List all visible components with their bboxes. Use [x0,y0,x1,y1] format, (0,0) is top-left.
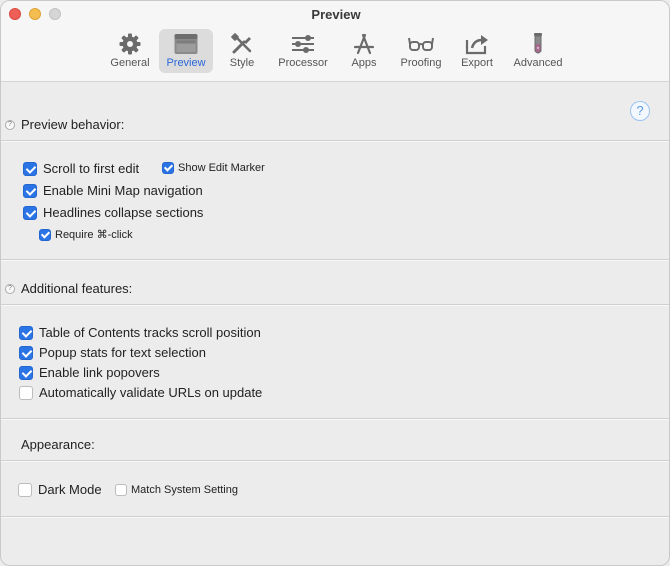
tab-processor-label: Processor [278,57,328,69]
checkbox-label: Scroll to first edit [43,161,140,176]
window-title: Preview [311,7,361,22]
tab-advanced-label: Advanced [513,57,563,69]
preview-window-icon [174,34,198,54]
checkbox-label: Table of Contents tracks scroll position [39,325,261,340]
section-title: Additional features: [21,281,133,296]
section-appearance-header: Appearance: [1,436,669,456]
require-cmd-click-checkbox[interactable]: Require ⌘-click [39,228,133,241]
show-edit-marker-checkbox[interactable]: Show Edit Marker [162,162,265,174]
tab-export-label: Export [461,57,493,69]
enable-link-popovers-checkbox[interactable]: Enable link popovers [19,365,160,380]
match-system-setting-checkbox[interactable]: Match System Setting [115,484,238,496]
checkbox-label: Require ⌘-click [55,229,133,241]
divider [1,304,669,306]
checkbox-label: Match System Setting [131,484,238,496]
small-help-icon[interactable]: ? [5,284,15,294]
checkbox-label: Headlines collapse sections [43,205,204,220]
checkbox-label: Dark Mode [38,482,102,497]
tab-style-label: Style [229,57,255,69]
dark-mode-checkbox[interactable]: Dark Mode [18,482,102,497]
tab-preview-label: Preview [166,57,206,69]
section-preview-behavior-header: ? Preview behavior: [1,116,669,136]
tab-proofing[interactable]: Proofing [394,29,448,73]
checkbox-box[interactable] [115,484,127,496]
checkbox-box[interactable] [19,325,33,340]
validate-urls-checkbox[interactable]: Automatically validate URLs on update [19,385,262,400]
sliders-icon [292,35,314,53]
tab-general[interactable]: General [104,29,156,73]
checkbox-box[interactable] [23,205,37,220]
gear-icon [119,33,141,55]
divider [1,460,669,462]
small-help-icon[interactable]: ? [5,120,15,130]
tab-apps-label: Apps [351,57,377,69]
test-tube-icon [534,33,542,54]
export-icon [465,35,488,55]
checkbox-box[interactable] [162,162,174,174]
tab-style[interactable]: Style [218,29,266,73]
tab-apps[interactable]: Apps [341,29,387,73]
section-additional-features-header: ? Additional features: [1,280,669,300]
divider [1,516,669,518]
glasses-icon [408,37,434,51]
tab-export[interactable]: Export [454,29,500,73]
checkbox-box[interactable] [19,385,33,400]
scroll-to-first-edit-checkbox[interactable]: Scroll to first edit [23,161,139,176]
divider [1,140,669,142]
preferences-window: Preview General Preview Style Processor … [0,0,670,566]
checkbox-label: Enable Mini Map navigation [43,183,203,198]
tab-preview[interactable]: Preview [159,29,213,73]
section-title: Appearance: [21,437,95,452]
headlines-collapse-checkbox[interactable]: Headlines collapse sections [23,205,203,220]
checkbox-box[interactable] [18,482,32,497]
checkbox-label: Popup stats for text selection [39,345,206,360]
checkbox-label: Automatically validate URLs on update [39,385,263,400]
tab-proofing-label: Proofing [400,57,442,69]
tab-processor[interactable]: Processor [273,29,333,73]
checkbox-box[interactable] [19,365,33,380]
divider [1,418,669,420]
style-tools-icon [231,33,252,54]
checkbox-label: Enable link popovers [39,365,160,380]
checkbox-box[interactable] [23,183,37,198]
checkbox-label: Show Edit Marker [178,162,265,174]
title-bar: Preview General Preview Style Processor … [1,1,669,82]
toc-tracks-scroll-checkbox[interactable]: Table of Contents tracks scroll position [19,325,261,340]
checkbox-box[interactable] [39,228,51,241]
apps-icon [353,33,375,55]
tab-advanced[interactable]: Advanced [508,29,568,73]
checkbox-box[interactable] [19,345,33,360]
divider [1,259,669,261]
tab-general-label: General [110,57,150,69]
section-title: Preview behavior: [21,117,125,132]
checkbox-box[interactable] [23,161,37,176]
enable-mini-map-checkbox[interactable]: Enable Mini Map navigation [23,183,203,198]
preferences-toolbar: General Preview Style Processor Apps Pro… [1,27,669,75]
popup-stats-checkbox[interactable]: Popup stats for text selection [19,345,206,360]
